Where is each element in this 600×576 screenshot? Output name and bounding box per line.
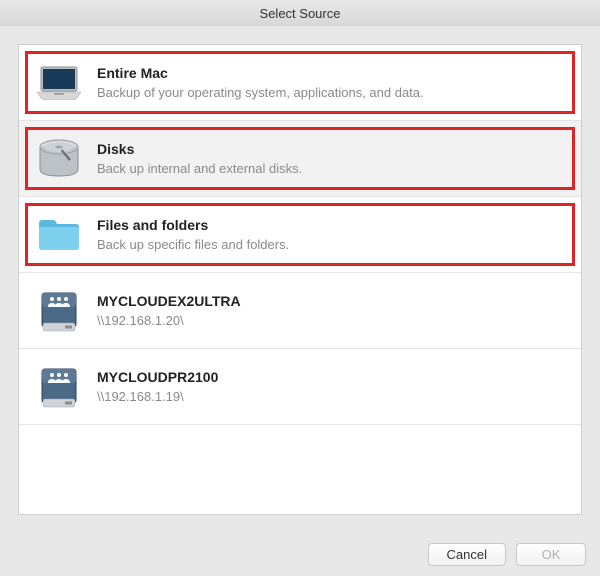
source-entire-mac[interactable]: Entire Mac Backup of your operating syst… bbox=[19, 45, 581, 121]
network-drive-icon bbox=[37, 289, 81, 333]
text-cell: Files and folders Back up specific files… bbox=[97, 217, 289, 252]
text-cell: MYCLOUDPR2100 \\192.168.1.19\ bbox=[97, 369, 218, 404]
source-list: Entire Mac Backup of your operating syst… bbox=[18, 44, 582, 515]
source-network-share[interactable]: MYCLOUDPR2100 \\192.168.1.19\ bbox=[19, 349, 581, 425]
network-drive-icon bbox=[37, 365, 81, 409]
text-cell: Disks Back up internal and external disk… bbox=[97, 141, 302, 176]
source-network-share[interactable]: MYCLOUDEX2ULTRA \\192.168.1.20\ bbox=[19, 273, 581, 349]
text-cell: Entire Mac Backup of your operating syst… bbox=[97, 65, 424, 100]
cancel-button[interactable]: Cancel bbox=[428, 543, 506, 566]
text-cell: MYCLOUDEX2ULTRA \\192.168.1.20\ bbox=[97, 293, 241, 328]
source-title: Disks bbox=[97, 141, 302, 157]
source-subtitle: \\192.168.1.19\ bbox=[97, 389, 218, 404]
footer: Cancel OK bbox=[0, 533, 600, 576]
window: Select Source Entire Mac Backup of your … bbox=[0, 0, 600, 576]
source-title: Entire Mac bbox=[97, 65, 424, 81]
disk-icon bbox=[37, 137, 81, 181]
titlebar: Select Source bbox=[0, 0, 600, 26]
source-title: Files and folders bbox=[97, 217, 289, 233]
source-subtitle: Back up specific files and folders. bbox=[97, 237, 289, 252]
source-disks[interactable]: Disks Back up internal and external disk… bbox=[19, 121, 581, 197]
mac-icon bbox=[37, 61, 81, 105]
ok-button[interactable]: OK bbox=[516, 543, 586, 566]
source-files-folders[interactable]: Files and folders Back up specific files… bbox=[19, 197, 581, 273]
source-subtitle: Backup of your operating system, applica… bbox=[97, 85, 424, 100]
folder-icon bbox=[37, 213, 81, 257]
source-subtitle: Back up internal and external disks. bbox=[97, 161, 302, 176]
source-title: MYCLOUDPR2100 bbox=[97, 369, 218, 385]
source-subtitle: \\192.168.1.20\ bbox=[97, 313, 241, 328]
content-area: Entire Mac Backup of your operating syst… bbox=[0, 26, 600, 533]
window-title: Select Source bbox=[260, 6, 341, 21]
source-title: MYCLOUDEX2ULTRA bbox=[97, 293, 241, 309]
